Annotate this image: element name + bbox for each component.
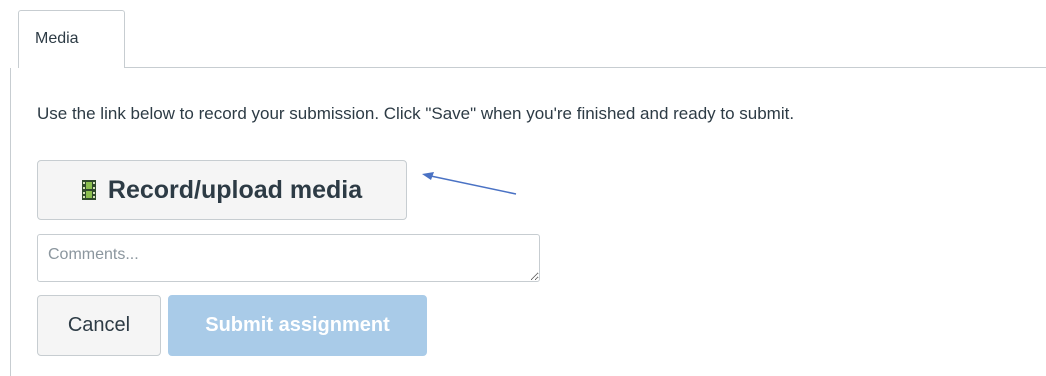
arrow-icon [422, 172, 517, 195]
panel-border [10, 68, 11, 376]
record-upload-media-button[interactable]: Record/upload media [37, 160, 407, 220]
instructions-text: Use the link below to record your submis… [37, 104, 795, 123]
record-upload-media-label: Record/upload media [107, 175, 363, 204]
comments-textarea[interactable] [37, 234, 540, 282]
cancel-button[interactable]: Cancel [37, 295, 161, 356]
film-icon [81, 180, 96, 200]
submit-assignment-button[interactable]: Submit assignment [168, 295, 427, 356]
tab-media[interactable]: Media [18, 10, 125, 68]
tab-divider [117, 67, 1046, 68]
